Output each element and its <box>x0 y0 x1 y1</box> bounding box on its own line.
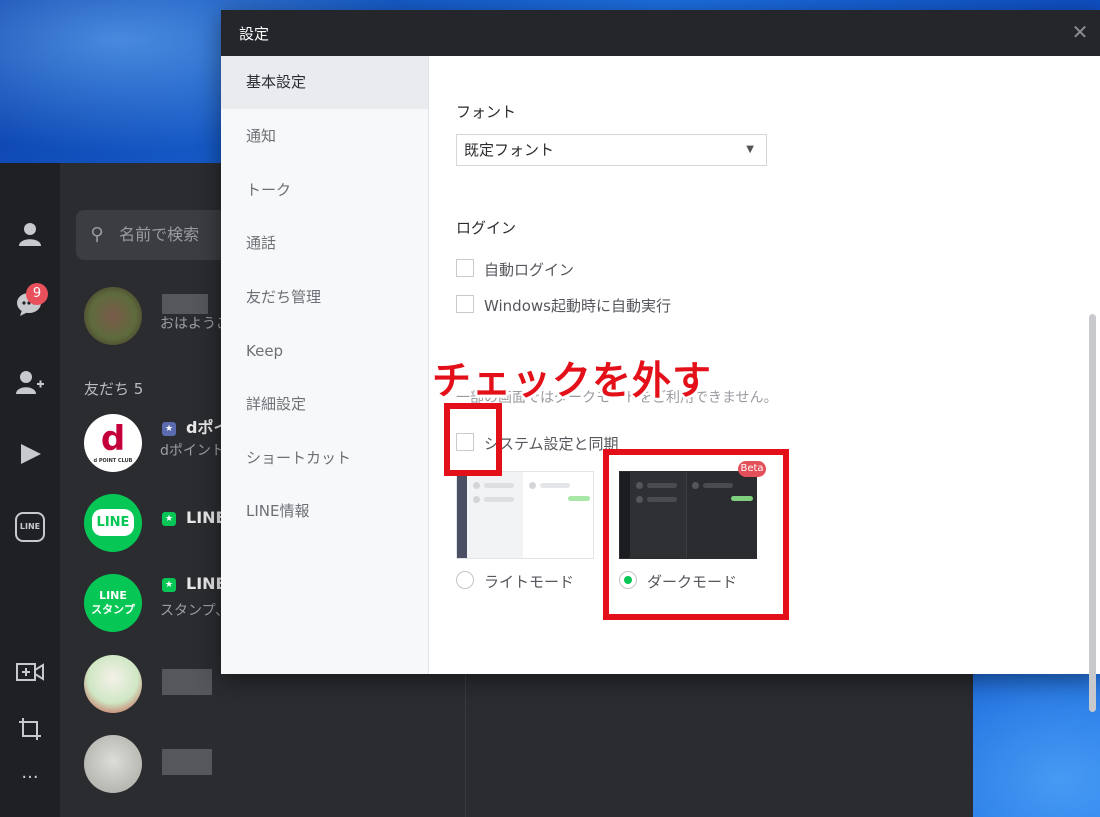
add-friend-icon[interactable] <box>0 361 60 401</box>
preview-sidebar <box>457 472 467 558</box>
chat-icon[interactable]: 9 <box>0 283 60 323</box>
nav-item-basic[interactable]: 基本設定 <box>221 56 428 109</box>
annotation-text: チェックを外す <box>432 359 713 404</box>
light-mode-preview[interactable] <box>456 471 594 559</box>
font-select-value: 既定フォント <box>464 141 555 159</box>
friends-section-label: 友だち 5 <box>84 380 144 398</box>
settings-nav: 基本設定 通知 トーク 通話 友だち管理 Keep 詳細設定 ショートカット L… <box>221 56 429 674</box>
list-item[interactable] <box>60 729 465 795</box>
row-name: ★ dポイ <box>162 414 229 438</box>
light-mode-label: ライトモード <box>484 573 575 591</box>
line-sticker-logo-icon: LINE スタンプ <box>84 574 142 632</box>
dialog-title: 設定 <box>239 25 270 43</box>
line-icon[interactable]: LINE <box>0 506 60 546</box>
nav-item-calls[interactable]: 通話 <box>221 217 428 270</box>
side-rail: 9 LINE ··· <box>0 163 60 817</box>
dialog-header: 設定 ✕ <box>221 10 1100 56</box>
nav-item-notifications[interactable]: 通知 <box>221 110 428 163</box>
avatar <box>84 735 142 793</box>
light-mode-radio[interactable] <box>456 571 474 589</box>
scrollbar[interactable] <box>1089 314 1096 712</box>
preview-list <box>467 472 523 558</box>
auto-start-label: Windows起動時に自動実行 <box>484 297 671 315</box>
avatar <box>84 655 142 713</box>
nav-item-shortcuts[interactable]: ショートカット <box>221 432 428 485</box>
row-name <box>162 749 212 775</box>
shield-icon: ★ <box>162 511 176 526</box>
video-call-icon[interactable] <box>0 651 60 691</box>
person-icon[interactable] <box>0 213 60 253</box>
search-placeholder: 名前で検索 <box>119 225 200 244</box>
line-logo-icon: LINE <box>84 494 142 552</box>
annotation-box-checkbox <box>444 403 502 476</box>
preview-chat <box>524 472 593 558</box>
play-icon[interactable] <box>0 433 60 473</box>
redacted-name <box>162 293 208 314</box>
shield-icon: ★ <box>162 577 176 592</box>
nav-item-talk[interactable]: トーク <box>221 164 428 217</box>
avatar <box>84 287 142 345</box>
nav-item-keep[interactable]: Keep <box>221 325 428 378</box>
row-name <box>162 669 212 695</box>
row-name: ★ LINE <box>162 574 226 593</box>
crop-icon[interactable] <box>0 708 60 748</box>
nav-item-friends[interactable]: 友だち管理 <box>221 271 428 324</box>
row-message: dポイント <box>160 443 225 459</box>
nav-item-advanced[interactable]: 詳細設定 <box>221 378 428 431</box>
login-section-title: ログイン <box>456 219 517 237</box>
row-name: ★ LINE <box>162 508 226 527</box>
row-message: スタンプ、 <box>160 603 230 619</box>
chevron-down-icon: ▼ <box>746 144 754 155</box>
redacted-name <box>162 749 212 775</box>
row-message: おはようご <box>160 316 230 332</box>
redacted-name <box>162 669 212 695</box>
auto-start-checkbox[interactable] <box>456 295 474 313</box>
unread-badge: 9 <box>26 283 48 305</box>
auto-login-label: 自動ログイン <box>484 261 575 279</box>
close-icon[interactable]: ✕ <box>1068 20 1092 44</box>
shield-icon: ★ <box>162 421 176 436</box>
auto-login-checkbox[interactable] <box>456 259 474 277</box>
more-icon[interactable]: ··· <box>0 758 60 798</box>
avatar: d d POINT CLUB <box>84 414 142 472</box>
nav-item-about[interactable]: LINE情報 <box>221 485 428 538</box>
row-name <box>162 293 208 314</box>
font-section-title: フォント <box>456 103 517 121</box>
font-select[interactable]: 既定フォント ▼ <box>456 134 767 166</box>
search-icon: ⚲ <box>90 224 104 245</box>
annotation-box-dark-mode <box>603 449 789 620</box>
sync-system-label: システム設定と同期 <box>484 435 619 453</box>
